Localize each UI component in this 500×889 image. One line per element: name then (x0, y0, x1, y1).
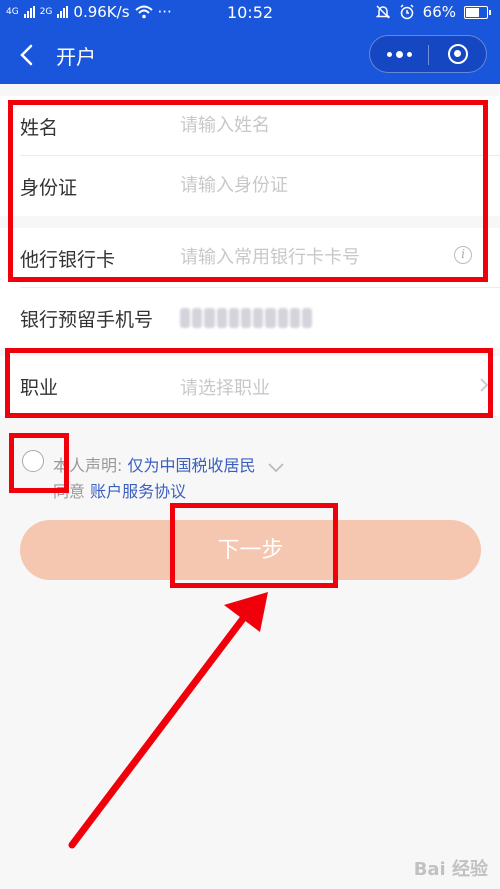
annotation-arrow (68, 592, 268, 849)
watermark: Bai 经验 (413, 859, 488, 880)
